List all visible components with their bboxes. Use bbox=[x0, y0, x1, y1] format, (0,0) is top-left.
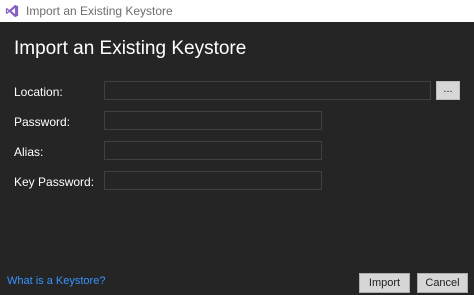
dialog-window: Import an Existing Keystore Import an Ex… bbox=[0, 0, 474, 295]
visual-studio-icon bbox=[5, 4, 19, 18]
key-password-label: Key Password: bbox=[14, 175, 95, 189]
alias-label: Alias: bbox=[14, 145, 44, 159]
window-title: Import an Existing Keystore bbox=[26, 4, 173, 18]
alias-field[interactable] bbox=[104, 141, 322, 160]
import-button[interactable]: Import bbox=[359, 273, 410, 293]
key-password-field[interactable] bbox=[104, 171, 322, 190]
location-input[interactable] bbox=[104, 81, 431, 100]
title-bar: Import an Existing Keystore bbox=[0, 0, 474, 22]
location-label: Location: bbox=[14, 85, 63, 99]
cancel-button[interactable]: Cancel bbox=[417, 273, 468, 293]
password-label: Password: bbox=[14, 115, 71, 129]
password-field[interactable] bbox=[104, 111, 322, 130]
dialog-content: Import an Existing Keystore Location: ..… bbox=[0, 22, 474, 295]
what-is-keystore-link[interactable]: What is a Keystore? bbox=[7, 275, 105, 287]
page-title: Import an Existing Keystore bbox=[14, 38, 247, 59]
browse-button[interactable]: ... bbox=[436, 81, 460, 100]
